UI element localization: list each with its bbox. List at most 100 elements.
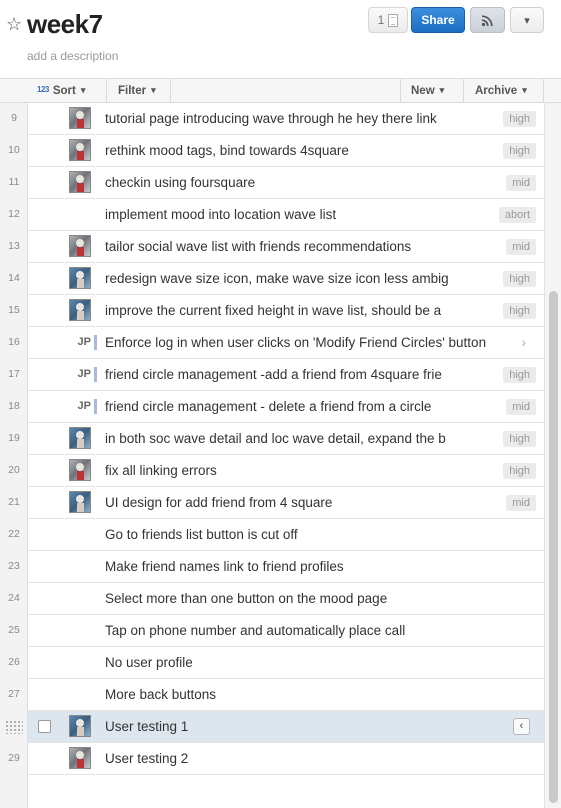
description-field[interactable]: add a description	[27, 48, 118, 64]
row-number: 15	[8, 304, 20, 316]
task-text[interactable]: friend circle management - delete a frie…	[105, 391, 457, 422]
share-button[interactable]: Share	[411, 7, 465, 33]
priority-tag[interactable]: mid	[506, 495, 536, 511]
task-row[interactable]: 13 tailor social wave list with friends …	[8, 231, 544, 263]
task-text[interactable]: tailor social wave list with friends rec…	[105, 231, 457, 262]
star-icon[interactable]: ☆	[6, 14, 22, 34]
task-row[interactable]: 29 User testing 2	[8, 743, 544, 775]
priority-tag[interactable]: high	[503, 111, 536, 127]
task-row[interactable]: 19 in both soc wave detail and loc wave …	[8, 423, 544, 455]
row-checkbox[interactable]	[38, 720, 51, 733]
row-number: 22	[8, 528, 20, 540]
task-text[interactable]: implement mood into location wave list	[105, 199, 457, 230]
task-row-selected[interactable]: User testing 1 ‹	[5, 711, 544, 743]
task-row[interactable]: 27 More back buttons	[8, 679, 544, 711]
assignee-color-bar	[94, 367, 97, 382]
assignee-initials: JP	[77, 368, 91, 380]
priority-tag[interactable]: mid	[506, 239, 536, 255]
priority-tag[interactable]: high	[503, 431, 536, 447]
task-text[interactable]: improve the current fixed height in wave…	[105, 295, 457, 326]
archive-button[interactable]: Archive ▾	[464, 79, 544, 102]
avatar	[69, 491, 91, 513]
task-row[interactable]: 21 UI design for add friend from 4 squar…	[8, 487, 544, 519]
collapse-button[interactable]: ‹	[513, 718, 530, 735]
row-number: 21	[8, 496, 20, 508]
task-text[interactable]: Select more than one button on the mood …	[105, 583, 501, 614]
task-text[interactable]: checkin using foursquare	[105, 167, 457, 198]
chevron-down-icon: ▾	[524, 14, 530, 27]
row-number: 14	[8, 272, 20, 284]
assignee-initials: JP	[77, 336, 91, 348]
task-row[interactable]: 22 Go to friends list button is cut off	[8, 519, 544, 551]
priority-tag[interactable]: high	[503, 271, 536, 287]
task-text[interactable]: fix all linking errors	[105, 455, 457, 486]
task-row[interactable]: 24 Select more than one button on the mo…	[8, 583, 544, 615]
task-text[interactable]: Tap on phone number and automatically pl…	[105, 615, 501, 646]
document-count-button[interactable]: 1	[368, 7, 408, 33]
task-text[interactable]: in both soc wave detail and loc wave det…	[105, 423, 457, 454]
chevron-down-icon: ▾	[151, 85, 156, 95]
new-button[interactable]: New ▾	[400, 79, 464, 102]
row-number: 12	[8, 208, 20, 220]
task-text[interactable]: rethink mood tags, bind towards 4square	[105, 135, 457, 166]
task-row[interactable]: 18 JP friend circle management - delete …	[8, 391, 544, 423]
priority-tag[interactable]: abort	[498, 207, 536, 223]
assignee-color-bar	[94, 399, 97, 414]
rss-button[interactable]	[470, 7, 505, 33]
task-text[interactable]: friend circle management -add a friend f…	[105, 359, 457, 390]
task-row[interactable]: 20 fix all linking errors high	[8, 455, 544, 487]
avatar	[69, 715, 91, 737]
task-row[interactable]: 26 No user profile	[8, 647, 544, 679]
chevron-down-icon: ▾	[80, 85, 86, 95]
filter-label: Filter	[118, 84, 147, 97]
task-row[interactable]: 11 checkin using foursquare mid	[9, 167, 544, 199]
chevron-down-icon: ▾	[439, 85, 445, 95]
priority-tag[interactable]: high	[503, 367, 536, 383]
task-text[interactable]: Make friend names link to friend profile…	[105, 551, 501, 582]
task-text[interactable]: tutorial page introducing wave through h…	[105, 103, 457, 134]
task-text[interactable]: Enforce log in when user clicks on 'Modi…	[105, 327, 501, 358]
task-row[interactable]: 10 rethink mood tags, bind towards 4squa…	[8, 135, 544, 167]
task-text[interactable]: No user profile	[105, 647, 501, 678]
scrollbar-thumb[interactable]	[549, 291, 558, 803]
task-row[interactable]: 16 JP Enforce log in when user clicks on…	[8, 327, 544, 359]
priority-tag[interactable]: high	[503, 303, 536, 319]
priority-tag[interactable]: mid	[506, 399, 536, 415]
row-number: 13	[8, 240, 20, 252]
row-number: 11	[8, 176, 20, 188]
task-row[interactable]: 9 tutorial page introducing wave through…	[11, 103, 544, 135]
priority-tag[interactable]: high	[503, 143, 536, 159]
sort-numeric-icon: 123	[37, 85, 49, 94]
list-toolbar: 123 Sort ▾ Filter ▾ New ▾ Archive ▾	[0, 78, 561, 103]
row-number: 9	[11, 112, 17, 124]
task-text[interactable]: redesign wave size icon, make wave size …	[105, 263, 457, 294]
priority-tag[interactable]: high	[503, 463, 536, 479]
task-text[interactable]: User testing 2	[105, 743, 457, 774]
drag-handle[interactable]	[0, 711, 28, 742]
rss-icon	[481, 14, 493, 26]
task-text[interactable]: User testing 1	[105, 711, 457, 742]
avatar	[69, 235, 91, 257]
task-text[interactable]: UI design for add friend from 4 square	[105, 487, 457, 518]
task-row[interactable]: 14 redesign wave size icon, make wave si…	[8, 263, 544, 295]
more-options-button[interactable]: ▾	[510, 7, 544, 33]
task-text[interactable]: Go to friends list button is cut off	[105, 519, 501, 550]
sort-button[interactable]: 123 Sort ▾	[28, 79, 107, 102]
task-row[interactable]: 15 improve the current fixed height in w…	[8, 295, 544, 327]
grip-icon	[5, 720, 23, 734]
avatar	[69, 139, 91, 161]
avatar	[69, 299, 91, 321]
vertical-scrollbar[interactable]	[544, 103, 561, 808]
task-row[interactable]: 25 Tap on phone number and automatically…	[8, 615, 544, 647]
sort-label: Sort	[52, 84, 76, 97]
row-number: 24	[8, 592, 20, 604]
page-title[interactable]: week7	[27, 8, 103, 40]
priority-tag[interactable]: mid	[506, 175, 536, 191]
avatar	[69, 459, 91, 481]
chevron-right-icon[interactable]: ›	[521, 327, 526, 358]
task-row[interactable]: 17 JP friend circle management -add a fr…	[8, 359, 544, 391]
task-text[interactable]: More back buttons	[105, 679, 501, 710]
task-row[interactable]: 12 implement mood into location wave lis…	[8, 199, 544, 231]
filter-button[interactable]: Filter ▾	[107, 79, 171, 102]
task-row[interactable]: 23 Make friend names link to friend prof…	[8, 551, 544, 583]
